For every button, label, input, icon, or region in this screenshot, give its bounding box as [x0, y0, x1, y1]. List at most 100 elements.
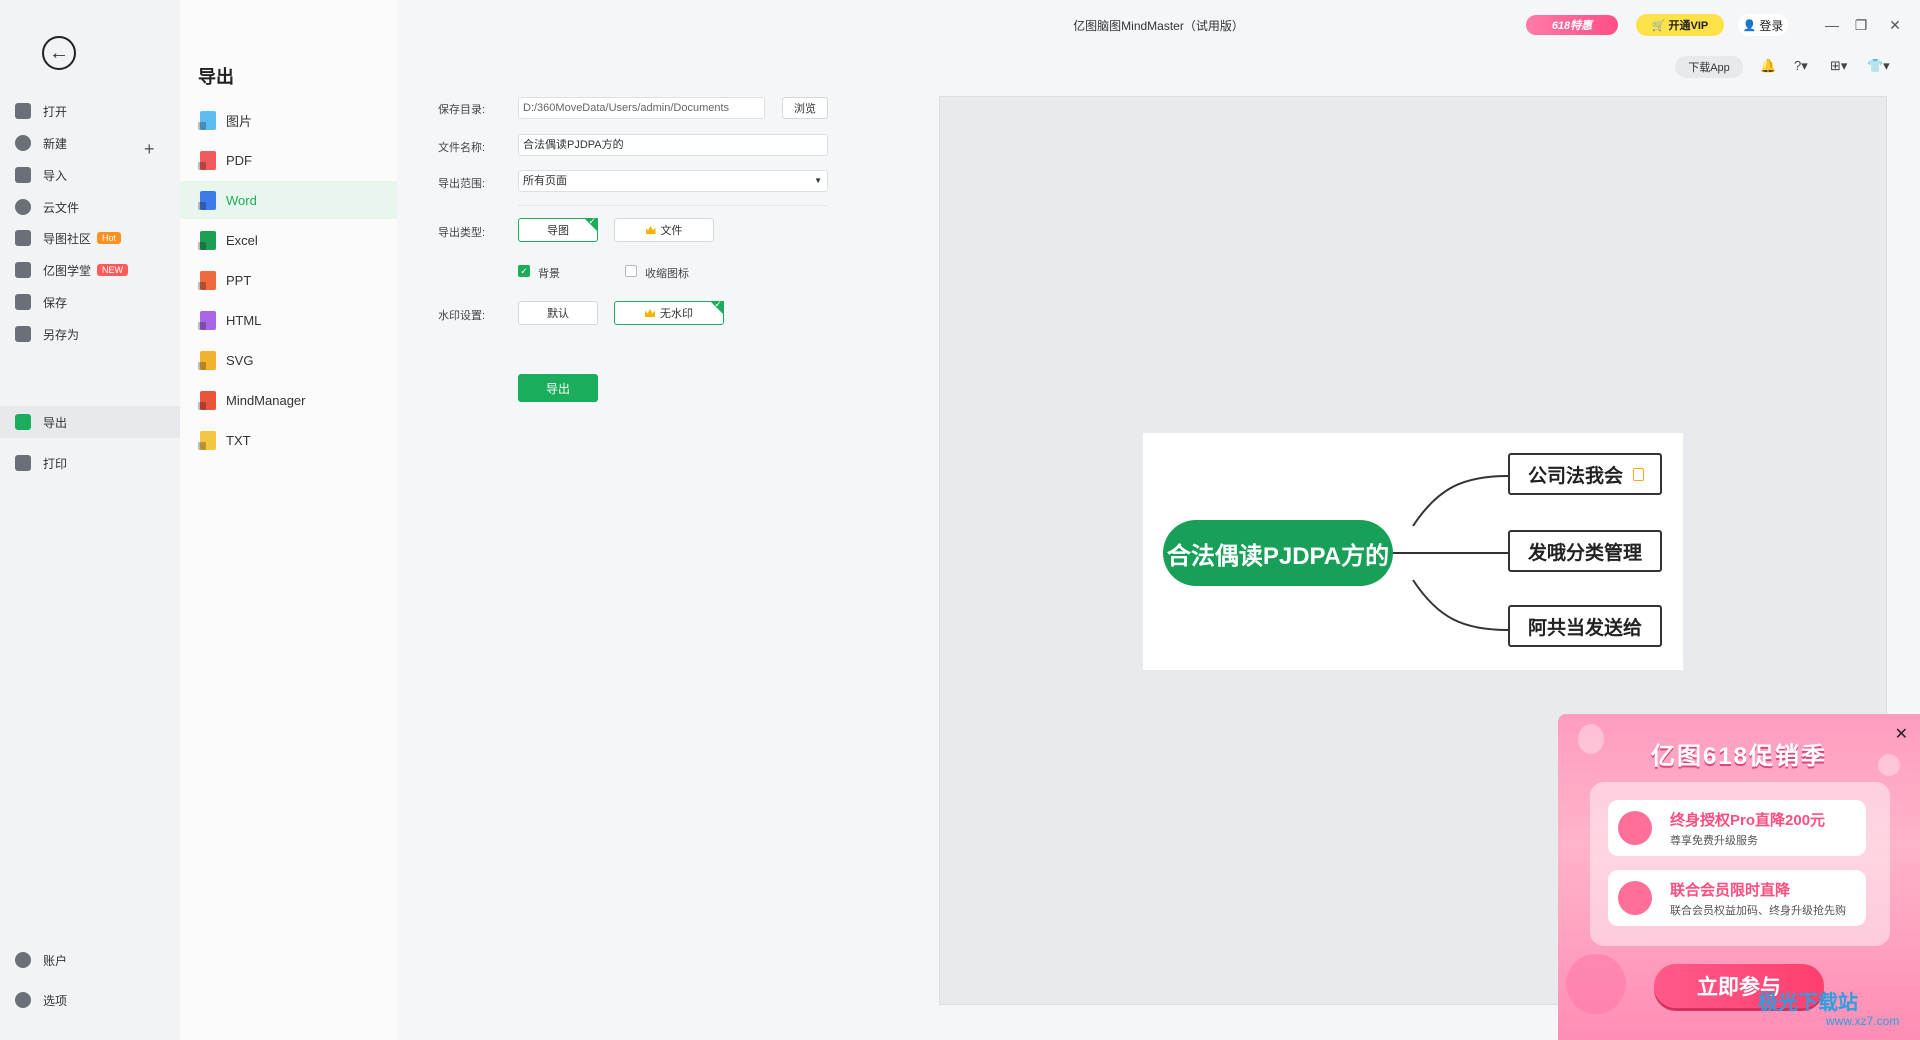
- mindmanager-file-icon: [198, 390, 216, 410]
- format-image[interactable]: 图片: [180, 101, 397, 139]
- nav-label: 打印: [43, 456, 68, 471]
- promo-popup: ✕ 亿图618促销季 终身授权Pro直降200元 尊享免费升级服务 联合会员限时…: [1558, 714, 1920, 1040]
- hot-badge: Hot: [97, 232, 122, 244]
- download-app-button[interactable]: 下载App: [1675, 56, 1743, 78]
- back-arrow-icon[interactable]: ←: [42, 36, 76, 70]
- format-excel[interactable]: Excel: [180, 221, 397, 259]
- chat-icon: [15, 230, 31, 246]
- nav-item-save-as[interactable]: 另存为: [0, 318, 180, 350]
- format-label: PPT: [226, 272, 252, 288]
- central-topic[interactable]: 合法偶读PJDPA方的: [1163, 520, 1393, 586]
- nav-item-academy[interactable]: 亿图学堂 NEW: [0, 254, 180, 286]
- format-label: TXT: [226, 432, 251, 448]
- restore-icon[interactable]: ❐: [1850, 14, 1872, 36]
- graduation-cap-icon: [15, 262, 31, 278]
- format-svg[interactable]: SVG: [180, 341, 397, 379]
- nav-item-options[interactable]: 选项: [0, 984, 180, 1016]
- crown-icon: [645, 309, 655, 317]
- export-button[interactable]: 导出: [518, 374, 598, 402]
- nav-label: 新建: [43, 136, 68, 151]
- range-select[interactable]: 所有页面 ▼: [518, 170, 828, 192]
- nav-item-save[interactable]: 保存: [0, 286, 180, 318]
- promo-618-badge[interactable]: 618特惠: [1526, 15, 1618, 35]
- option-label: 无水印: [660, 308, 693, 320]
- login-button[interactable]: 👤 登录: [1738, 14, 1788, 36]
- offer-lifetime[interactable]: 终身授权Pro直降200元 尊享免费升级服务: [1608, 800, 1866, 856]
- nav-item-export[interactable]: 导出: [0, 406, 180, 438]
- watermark-text: 极光下载站: [1758, 992, 1858, 1014]
- apps-icon[interactable]: ⊞▾: [1830, 58, 1847, 74]
- close-icon[interactable]: ✕: [1884, 14, 1906, 36]
- format-mindmanager[interactable]: MindManager: [180, 381, 397, 419]
- save-dir-input[interactable]: D:/360MoveData/Users/admin/Documents: [518, 97, 765, 119]
- save-dir-label: 保存目录:: [438, 104, 486, 116]
- gift-icon: [1618, 881, 1652, 915]
- format-label: Excel: [226, 232, 258, 248]
- nav-item-account[interactable]: 账户: [0, 944, 180, 976]
- note-icon: [1633, 467, 1645, 481]
- offer-joint-membership[interactable]: 联合会员限时直降 联合会员权益加码、终身升级抢先购: [1608, 870, 1866, 926]
- format-pdf[interactable]: PDF: [180, 141, 397, 179]
- watermark-none-option[interactable]: 无水印 ✓: [614, 299, 724, 325]
- plus-circle-icon: [15, 135, 31, 151]
- type-mindmap-option[interactable]: 导图 ✓: [518, 216, 598, 242]
- nav-item-import[interactable]: 导入: [0, 159, 180, 191]
- watermark-url: www.xz7.com: [1826, 1014, 1900, 1028]
- cloud-icon: [15, 199, 31, 215]
- help-icon[interactable]: ?▾: [1794, 58, 1808, 74]
- shirt-icon[interactable]: 👕▾: [1867, 58, 1890, 74]
- save-icon: [15, 294, 31, 310]
- add-icon[interactable]: +: [144, 139, 155, 160]
- format-label: MindManager: [226, 392, 306, 408]
- format-label: Word: [226, 192, 257, 208]
- save-as-icon: [15, 326, 31, 342]
- collapse-icon-checkbox[interactable]: [625, 265, 637, 277]
- nav-label: 打开: [43, 104, 68, 119]
- background-label: 背景: [538, 268, 560, 280]
- file-name-input[interactable]: 合法偶读PJDPA方的: [518, 134, 828, 156]
- excel-file-icon: [198, 230, 216, 250]
- type-file-option[interactable]: 文件: [614, 218, 714, 242]
- promo-title: 亿图618促销季: [1650, 743, 1828, 770]
- browse-button[interactable]: 浏览: [782, 97, 828, 119]
- ppt-file-icon: [198, 270, 216, 290]
- mindmap-canvas: 合法偶读PJDPA方的 公司法我会 发哦分类管理 阿共当发送给: [1143, 433, 1683, 670]
- format-ppt[interactable]: PPT: [180, 261, 397, 299]
- bell-icon[interactable]: 🔔: [1760, 58, 1776, 74]
- vip-button[interactable]: 🛒 开通VIP: [1636, 14, 1724, 36]
- range-value: 所有页面: [523, 175, 567, 187]
- nav-label: 选项: [43, 993, 68, 1008]
- nav-label: 云文件: [43, 200, 80, 215]
- offer-subtitle: 联合会员权益加码、终身升级抢先购: [1670, 905, 1846, 917]
- format-label: HTML: [226, 312, 262, 328]
- gift-box-decoration: [1566, 954, 1626, 1014]
- cart-icon: 🛒: [1651, 19, 1666, 32]
- html-file-icon: [198, 310, 216, 330]
- format-txt[interactable]: TXT: [180, 421, 397, 459]
- check-icon: ✓: [714, 299, 722, 309]
- word-file-icon: [198, 190, 216, 210]
- chevron-down-icon: ▼: [814, 176, 822, 185]
- panel-title: 导出: [198, 67, 234, 87]
- type-label: 导出类型:: [438, 227, 486, 239]
- nav-item-print[interactable]: 打印: [0, 447, 180, 479]
- branch-topic[interactable]: 发哦分类管理: [1508, 530, 1662, 572]
- nav-item-cloud[interactable]: 云文件: [0, 191, 180, 223]
- option-label: 文件: [660, 225, 683, 237]
- divider: [518, 205, 828, 206]
- background-checkbox[interactable]: ✓: [518, 265, 530, 277]
- format-word[interactable]: Word: [180, 181, 397, 219]
- user-icon: [15, 952, 31, 968]
- crown-icon: [645, 226, 656, 234]
- gear-icon: [15, 992, 31, 1008]
- branch-topic[interactable]: 阿共当发送给: [1508, 605, 1662, 647]
- topic-text: 发哦分类管理: [1528, 542, 1643, 564]
- branch-topic[interactable]: 公司法我会: [1508, 453, 1662, 495]
- format-label: 图片: [226, 113, 253, 129]
- watermark-default-option[interactable]: 默认: [518, 301, 598, 325]
- txt-file-icon: [198, 430, 216, 450]
- nav-item-community[interactable]: 导图社区 Hot: [0, 222, 180, 254]
- nav-item-open[interactable]: 打开: [0, 95, 180, 127]
- minimize-icon[interactable]: —: [1821, 14, 1843, 36]
- format-html[interactable]: HTML: [180, 301, 397, 339]
